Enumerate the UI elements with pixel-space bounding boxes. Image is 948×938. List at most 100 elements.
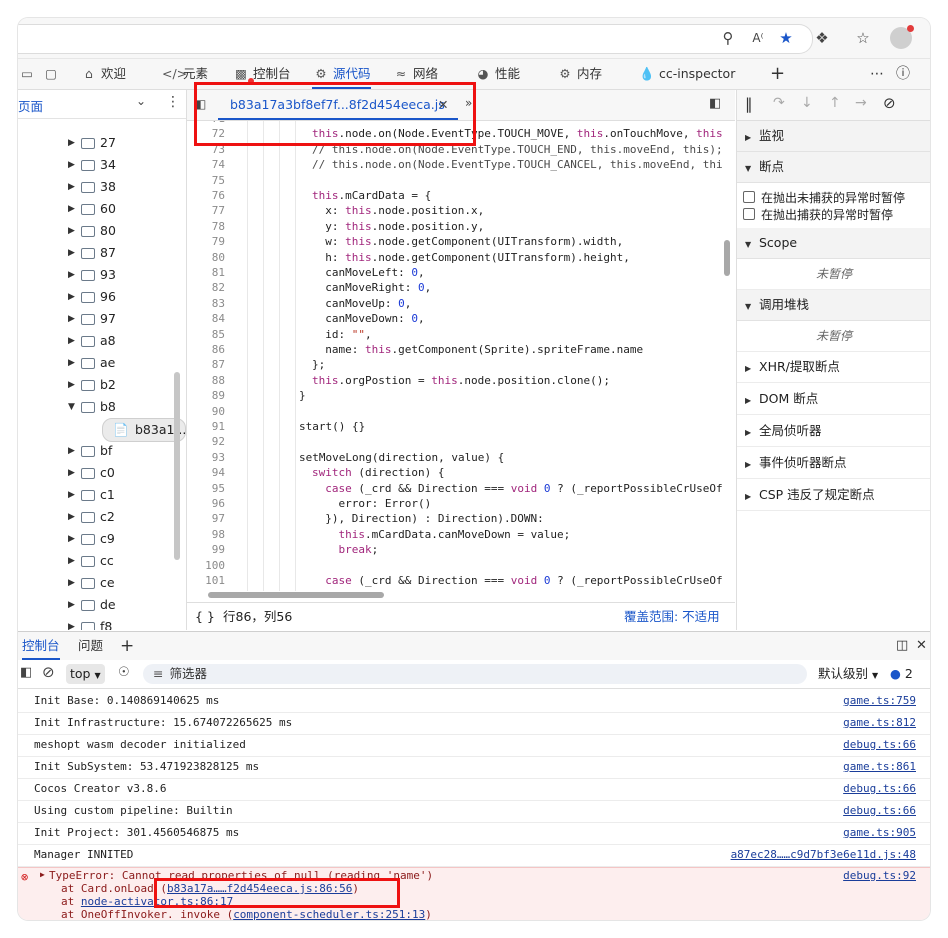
navigator-tab-page[interactable]: 页面 (18, 96, 43, 115)
avatar[interactable] (890, 25, 914, 49)
chevron-down-icon[interactable]: ⌄ (136, 94, 146, 108)
section-scope[interactable]: ▼ Scope (737, 228, 930, 259)
triangle-right-icon[interactable]: ▶ (68, 572, 75, 594)
tree-folder-item[interactable]: ▶ 97 (18, 308, 178, 330)
section-breakpoints[interactable]: ▼ 断点 (737, 152, 930, 183)
code-line[interactable]: this.node.on(Node.EventType.TOUCH_MOVE, … (312, 127, 723, 140)
tree-folder-item[interactable]: ▶ bf (18, 440, 178, 462)
tab-welcome[interactable]: ⌂ 欢迎 (80, 59, 126, 89)
console-source-link[interactable]: game.ts:759 (843, 690, 916, 712)
console-source-link[interactable]: debug.ts:66 (843, 800, 916, 822)
sidebar-toggle-icon[interactable]: ◧ (20, 665, 32, 680)
checkbox-icon[interactable] (743, 191, 755, 203)
line-number[interactable]: 72 (187, 127, 225, 140)
line-number[interactable]: 93 (187, 451, 225, 464)
code-line[interactable]: switch (direction) { (312, 466, 444, 479)
triangle-right-icon[interactable]: ▶ (68, 286, 75, 308)
tab-performance[interactable]: ◕ 性能 (474, 59, 520, 89)
tab-elements[interactable]: </>元素 (162, 59, 208, 89)
code-area[interactable]: 71 72 this.node.on(Node.EventType.TOUCH_MO… (187, 121, 735, 591)
tree-folder-item[interactable]: ▶ c9 (18, 528, 178, 550)
tree-folder-item[interactable]: ▶ 87 (18, 242, 178, 264)
pause-caught-checkbox[interactable]: 在抛出捕获的异常时暂停 (743, 207, 893, 223)
favorite-star-icon[interactable]: ★ (776, 28, 796, 48)
section-callstack[interactable]: ▼ 调用堆栈 (737, 290, 930, 321)
line-number[interactable]: 87 (187, 358, 225, 371)
triangle-right-icon[interactable]: ▶ (68, 484, 75, 506)
line-number[interactable]: 101 (187, 574, 225, 587)
triangle-right-icon[interactable]: ▶ (68, 462, 75, 484)
line-number[interactable]: 71 (187, 121, 225, 125)
code-line[interactable]: w: this.node.getComponent(UITransform).w… (312, 235, 623, 248)
pause-uncaught-checkbox[interactable]: 在抛出未捕获的异常时暂停 (743, 190, 905, 206)
code-line[interactable]: case (_crd && Direction === void 0 ? (_r… (312, 574, 722, 587)
line-number[interactable]: 83 (187, 297, 225, 310)
line-number[interactable]: 96 (187, 497, 225, 510)
code-line[interactable]: this.mCardData.canMoveDown = value; (312, 528, 571, 541)
triangle-right-icon[interactable]: ▶ (68, 264, 75, 286)
console-source-link[interactable]: game.ts:812 (843, 712, 916, 734)
close-drawer-icon[interactable]: ✕ (916, 632, 927, 660)
section-global-listeners[interactable]: ▶ 全局侦听器 (737, 416, 930, 447)
tab-memory[interactable]: ⚙ 内存 (556, 59, 602, 89)
tree-folder-item[interactable]: ▶ ce (18, 572, 178, 594)
line-number[interactable]: 84 (187, 312, 225, 325)
code-line[interactable]: canMoveRight: 0, (312, 281, 431, 294)
triangle-right-icon[interactable]: ▶ (68, 528, 75, 550)
extensions-icon[interactable]: ❖ (812, 28, 832, 48)
section-dom-breakpoints[interactable]: ▶ DOM 断点 (737, 384, 930, 415)
code-line[interactable]: case (_crd && Direction === void 0 ? (_r… (312, 482, 722, 495)
line-number[interactable]: 75 (187, 174, 225, 187)
line-number[interactable]: 90 (187, 405, 225, 418)
code-line[interactable]: // this.node.on(Node.EventType.TOUCH_CAN… (312, 158, 723, 171)
vertical-scrollbar[interactable] (724, 240, 730, 276)
add-tab-icon[interactable]: + (770, 59, 785, 89)
section-csp-breakpoints[interactable]: ▶ CSP 违反了规定断点 (737, 480, 930, 511)
line-number[interactable]: 77 (187, 204, 225, 217)
line-number[interactable]: 78 (187, 220, 225, 233)
line-number[interactable]: 79 (187, 235, 225, 248)
tab-cc-inspector[interactable]: 💧 cc-inspector (638, 59, 735, 89)
code-line[interactable]: setMoveLong(direction, value) { (299, 451, 504, 464)
triangle-right-icon[interactable]: ▶ (68, 132, 75, 154)
triangle-down-icon[interactable]: ▼ (68, 396, 75, 418)
search-icon[interactable]: ⚲ (718, 28, 738, 48)
toggle-debugger-icon[interactable]: ◧ (709, 96, 721, 111)
issues-badge[interactable]: ● 2 (890, 664, 913, 684)
error-source-link[interactable]: debug.ts:92 (843, 869, 916, 882)
more-icon[interactable]: ⋯ (870, 59, 884, 89)
tree-folder-item[interactable]: ▶ b2 (18, 374, 178, 396)
line-number[interactable]: 91 (187, 420, 225, 433)
line-number[interactable]: 81 (187, 266, 225, 279)
code-line[interactable]: canMoveUp: 0, (312, 297, 411, 310)
tree-folder-item[interactable]: ▶ 38 (18, 176, 178, 198)
code-line[interactable]: break; (312, 543, 379, 556)
code-line[interactable]: canMoveDown: 0, (312, 312, 424, 325)
tree-folder-item[interactable]: ▶ c0 (18, 462, 178, 484)
code-line[interactable]: // this.node.on(Node.EventType.TOUCH_END… (312, 143, 723, 156)
tree-folder-item[interactable]: ▶ 80 (18, 220, 178, 242)
log-levels-dropdown[interactable]: 默认级别 ▼ (818, 664, 878, 686)
tree-folder-item[interactable]: ▶ f8 (18, 616, 178, 630)
line-number[interactable]: 94 (187, 466, 225, 479)
tab-network[interactable]: ≈ 网络 (392, 59, 438, 89)
triangle-right-icon[interactable]: ▶ (68, 308, 75, 330)
triangle-right-icon[interactable]: ▶ (68, 506, 75, 528)
more-tabs-icon[interactable]: » (465, 96, 472, 110)
add-drawer-tab-icon[interactable]: + (120, 632, 134, 660)
console-source-link[interactable]: game.ts:861 (843, 756, 916, 778)
deactivate-breakpoints-icon[interactable]: ⊘ (883, 94, 896, 112)
code-line[interactable]: } (299, 389, 306, 402)
editor-file-tab[interactable]: b83a17a3bf8ef7f...8f2d454eeca.js ✕ (218, 90, 458, 120)
eye-icon[interactable]: ☉ (118, 665, 130, 680)
tree-folder-item[interactable]: ▶ a8 (18, 330, 178, 352)
pretty-print-icon[interactable]: { } (195, 603, 215, 631)
tab-sources[interactable]: ⚙ 源代码 (312, 59, 371, 89)
triangle-right-icon[interactable]: ▶ (68, 242, 75, 264)
tree-folder-item[interactable]: ▶ 60 (18, 198, 178, 220)
tree-folder-item[interactable]: ▶ de (18, 594, 178, 616)
console-source-link[interactable]: debug.ts:66 (843, 778, 916, 800)
triangle-right-icon[interactable]: ▶ (68, 594, 75, 616)
triangle-right-icon[interactable]: ▶ (68, 550, 75, 572)
code-line[interactable]: }), Direction) : Direction).DOWN: (312, 512, 544, 525)
